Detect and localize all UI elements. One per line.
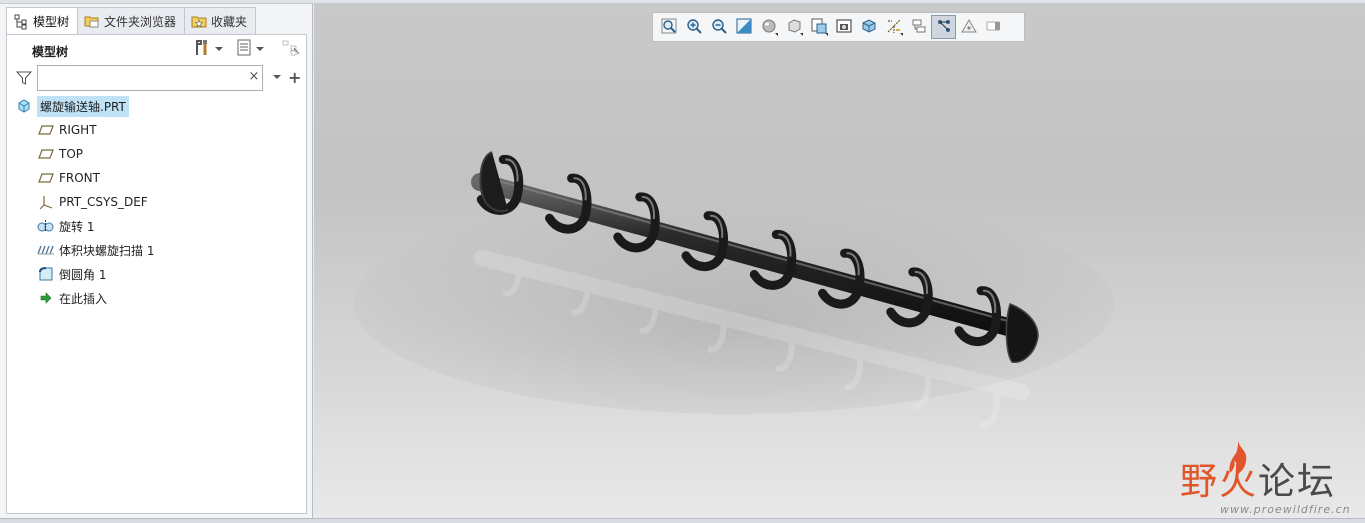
graphics-viewport[interactable]: 野火论坛 www.proewildfire.cn — [314, 4, 1365, 518]
perspective-view-button[interactable] — [831, 15, 856, 39]
coordinate-system-icon — [37, 194, 55, 210]
section-icon — [861, 18, 877, 37]
panel-title: 模型树 — [32, 45, 69, 59]
chevron-down-icon — [215, 47, 223, 51]
tree-item-label: 倒圆角 1 — [59, 267, 107, 282]
round-icon — [37, 266, 55, 282]
tree-item-top[interactable]: TOP — [37, 143, 83, 165]
insert-here-arrow-icon — [37, 290, 55, 306]
funnel-icon[interactable] — [15, 70, 33, 86]
tree-columns-icon — [281, 39, 301, 60]
navigator-tabs: 模型树 文件夹浏览器 收藏夹 — [6, 7, 257, 35]
display-style-button[interactable] — [756, 15, 781, 39]
tree-item-root-part[interactable]: 螺旋输送轴.PRT — [15, 95, 129, 117]
clear-search-icon[interactable]: × — [247, 70, 261, 84]
watermark-title: 野火论坛 — [1180, 451, 1336, 505]
add-filter-button[interactable]: + — [288, 68, 301, 87]
watermark-title-b: 论坛 — [1258, 460, 1336, 503]
tab-label: 文件夹浏览器 — [104, 14, 177, 29]
status-strip — [0, 518, 1365, 523]
favorites-icon — [191, 13, 207, 29]
annotation-display-button[interactable] — [906, 15, 931, 39]
tools-icon — [193, 39, 211, 60]
tab-folder-browser[interactable]: 文件夹浏览器 — [77, 7, 186, 34]
part-icon — [15, 98, 33, 114]
watermark-logo: 野火论坛 www.proewildfire.cn — [1180, 441, 1360, 517]
tree-item-label: 体积块螺旋扫描 1 — [59, 243, 155, 258]
tree-item-label: RIGHT — [59, 123, 97, 137]
tree-item-insert-here[interactable]: 在此插入 — [37, 287, 107, 309]
creo-window: 模型树 文件夹浏览器 收藏夹 模型树 × + 螺旋输送轴.PRT RIGHT T… — [0, 0, 1365, 523]
tree-search-input[interactable] — [37, 65, 263, 91]
tree-item-label: TOP — [59, 147, 84, 161]
point-display-button[interactable] — [956, 15, 981, 39]
folder-browser-icon — [84, 13, 100, 29]
view-manager-button[interactable] — [806, 15, 831, 39]
saved-orientations-button[interactable] — [781, 15, 806, 39]
chevron-down-icon — [256, 47, 264, 51]
helical-sweep-icon — [37, 242, 55, 258]
repaint-button[interactable] — [731, 15, 756, 39]
list-settings-icon — [236, 39, 252, 60]
refit-button[interactable] — [656, 15, 681, 39]
simulation-display-button[interactable] — [981, 15, 1006, 39]
tree-filter-row: × + — [7, 63, 306, 93]
tree-item-helical-sweep[interactable]: 体积块螺旋扫描 1 — [37, 239, 154, 261]
tab-favorites[interactable]: 收藏夹 — [184, 7, 257, 34]
tree-item-revolve[interactable]: 旋转 1 — [37, 215, 94, 237]
model-tree-icon — [13, 14, 29, 30]
tab-label: 模型树 — [33, 15, 70, 29]
zoom-out-icon — [711, 18, 727, 37]
datum-plane-icon — [37, 170, 55, 186]
perspective-view-icon — [836, 18, 852, 37]
simulation-display-icon — [986, 18, 1002, 37]
screw-flight-reflection — [980, 388, 1000, 428]
tree-item-label: 旋转 1 — [59, 219, 95, 234]
datum-plane-icon — [37, 146, 55, 162]
tree-item-right[interactable]: RIGHT — [37, 119, 97, 141]
refit-icon — [661, 18, 677, 37]
zoom-in-button[interactable] — [681, 15, 706, 39]
watermark-title-a: 野火 — [1180, 460, 1258, 503]
tab-label: 收藏夹 — [211, 14, 248, 29]
show-options-button[interactable] — [236, 39, 264, 59]
point-display-icon — [960, 18, 977, 37]
model-tree-panel: 模型树 × + 螺旋输送轴.PRT RIGHT TOP FRONT PRT_CS… — [6, 34, 307, 514]
tree-item-label: FRONT — [59, 171, 100, 185]
repaint-icon — [736, 18, 752, 37]
tree-item-label: 螺旋输送轴.PRT — [37, 95, 129, 117]
tree-item-round[interactable]: 倒圆角 1 — [37, 263, 106, 285]
tree-item-label: 在此插入 — [59, 291, 108, 306]
watermark-url: www.proewildfire.cn — [1220, 503, 1351, 516]
tab-model-tree[interactable]: 模型树 — [6, 7, 79, 35]
tree-settings-button[interactable] — [193, 39, 223, 59]
tree-item-csys[interactable]: PRT_CSYS_DEF — [37, 191, 148, 213]
section-button[interactable] — [856, 15, 881, 39]
model-tree-header: 模型树 — [7, 35, 306, 63]
filter-dropdown-icon[interactable] — [273, 75, 281, 79]
annotation-display-icon — [911, 18, 927, 37]
graphics-toolbar — [652, 12, 1025, 42]
zoom-in-icon — [686, 18, 702, 37]
zoom-out-button[interactable] — [706, 15, 731, 39]
tree-item-front[interactable]: FRONT — [37, 167, 100, 189]
tree-columns-button[interactable] — [281, 39, 301, 59]
datum-display-button[interactable] — [881, 15, 906, 39]
datum-plane-icon — [37, 122, 55, 138]
tree-item-label: PRT_CSYS_DEF — [59, 195, 148, 209]
revolve-icon — [37, 218, 55, 234]
navigator-panel: 模型树 文件夹浏览器 收藏夹 模型树 × + 螺旋输送轴.PRT RIGHT T… — [0, 4, 313, 518]
spin-center-button[interactable] — [931, 15, 956, 39]
spin-center-icon — [936, 18, 952, 37]
